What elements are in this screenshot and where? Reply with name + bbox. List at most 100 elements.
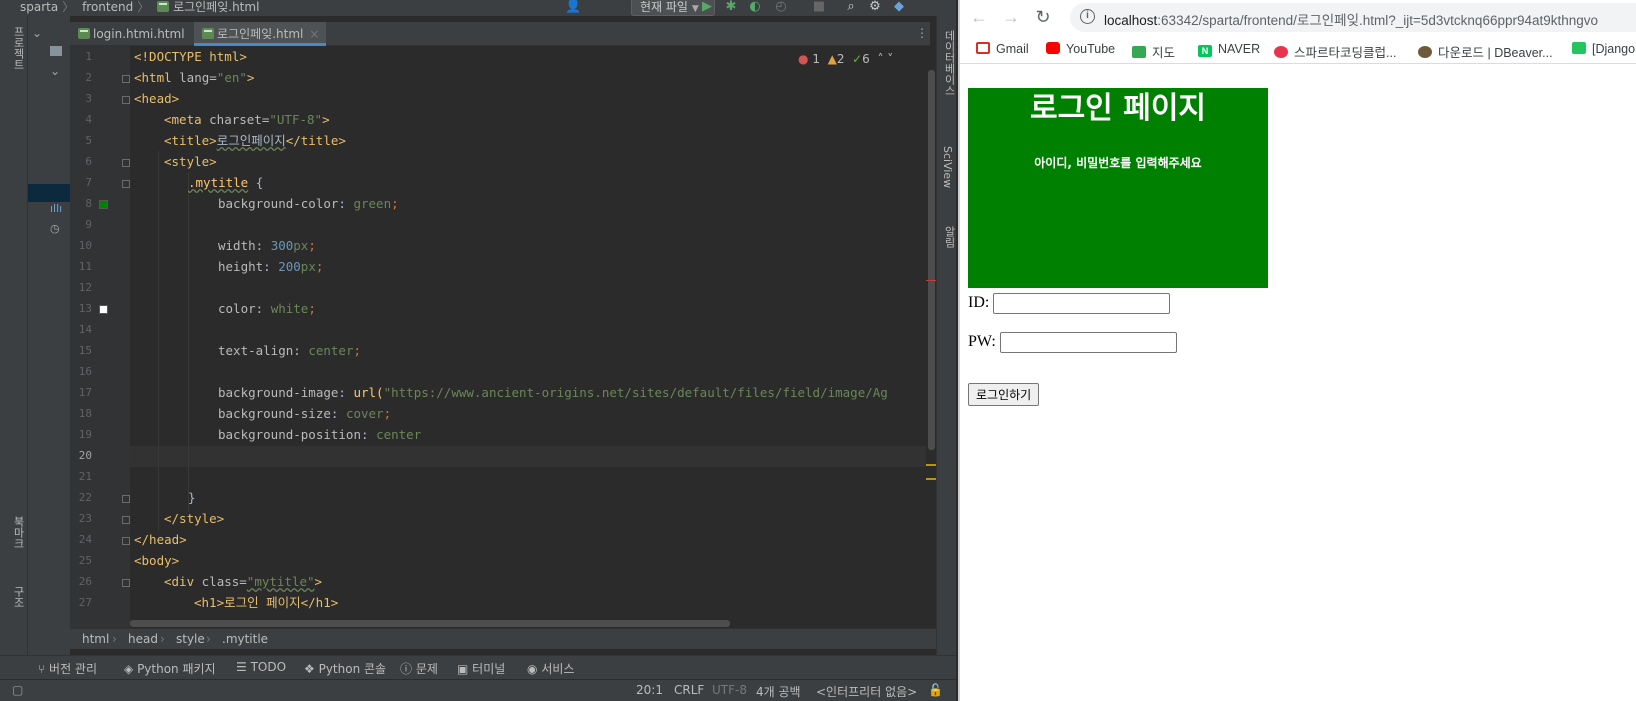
window-icon[interactable]: ▢	[12, 683, 23, 697]
warning-stripe[interactable]	[926, 464, 936, 466]
code-editor[interactable]: <!DOCTYPE html> <html lang="en"> <head> …	[130, 46, 926, 628]
scroll-thumb[interactable]	[130, 620, 730, 627]
login-button[interactable]: 로그인하기	[968, 383, 1040, 406]
fold-marker[interactable]	[122, 180, 130, 188]
clock-icon[interactable]: ◷	[50, 222, 60, 235]
nav-crumb-project[interactable]: sparta	[20, 0, 58, 14]
line-separator[interactable]: CRLF	[674, 683, 704, 697]
close-icon[interactable]: ×	[309, 27, 319, 41]
inspection-widget[interactable]: ● 1 ▲2 ✓6 ˄ ˅	[798, 52, 893, 66]
color-swatch[interactable]	[99, 200, 108, 209]
tool-version-control[interactable]: ⑂ 버전 관리	[38, 660, 97, 677]
coverage-icon[interactable]: ◐	[748, 0, 762, 14]
tab-login-htmi[interactable]: login.htmi.html	[70, 22, 194, 46]
profile-icon[interactable]: ◴	[774, 0, 788, 14]
tool-notifications[interactable]: 알림	[941, 226, 956, 248]
line-number[interactable]: 15	[70, 344, 92, 357]
address-url[interactable]: localhost:63342/sparta/frontend/로그인페잊.ht…	[1104, 9, 1598, 29]
caret-position[interactable]: 20:1	[636, 683, 663, 697]
line-number[interactable]: 20	[70, 449, 92, 462]
nav-crumb-file[interactable]: 로그인페잊.html	[157, 0, 263, 14]
crumb-style[interactable]: style	[176, 632, 205, 646]
nav-crumb-folder[interactable]: frontend	[82, 0, 133, 14]
line-number[interactable]: 9	[70, 218, 92, 231]
tool-sciview[interactable]: SciView	[941, 146, 954, 188]
tab-login-page[interactable]: 로그인페잊.html ×	[194, 22, 326, 46]
line-number[interactable]: 12	[70, 281, 92, 294]
fold-marker[interactable]	[122, 495, 130, 503]
bookmark-naver[interactable]: N NAVER	[1198, 42, 1260, 57]
line-number[interactable]: 7	[70, 176, 92, 189]
address-bar[interactable]: i localhost:63342/sparta/frontend/로그인페잊.…	[1070, 3, 1636, 32]
color-swatch[interactable]	[99, 305, 108, 314]
gear-icon[interactable]: ⚙	[868, 0, 882, 14]
line-number[interactable]: 3	[70, 92, 92, 105]
stop-icon[interactable]: ■	[812, 0, 826, 14]
line-number[interactable]: 14	[70, 323, 92, 336]
tool-terminal[interactable]: ▣ 터미널	[457, 660, 505, 677]
fold-marker[interactable]	[122, 159, 130, 167]
editor-vertical-scrollbar[interactable]	[926, 46, 936, 628]
tool-project[interactable]: 프로젝트	[10, 26, 26, 70]
fold-marker[interactable]	[122, 96, 130, 104]
project-selected-row[interactable]	[28, 184, 70, 202]
bookmark-dbeaver[interactable]: 다운로드 | DBeaver...	[1418, 42, 1553, 61]
folder-icon[interactable]	[50, 46, 62, 56]
chevron-down-icon[interactable]: ⌄	[32, 26, 42, 40]
fold-marker[interactable]	[122, 516, 130, 524]
bookmark-maps[interactable]: 지도	[1132, 42, 1175, 61]
line-number[interactable]: 27	[70, 596, 92, 609]
run-icon[interactable]: ▶	[700, 0, 714, 14]
fold-marker[interactable]	[122, 579, 130, 587]
error-stripe[interactable]	[926, 280, 936, 281]
reload-icon[interactable]: ↻	[1032, 6, 1054, 28]
bookmark-gmail[interactable]: Gmail	[976, 42, 1029, 56]
interpreter-setting[interactable]: <인터프리터 없음>	[816, 683, 917, 700]
pw-input[interactable]	[999, 332, 1177, 353]
tool-bookmarks[interactable]: 북마크	[10, 516, 26, 549]
line-number[interactable]: 5	[70, 134, 92, 147]
chevron-up-icon[interactable]: ˄	[877, 52, 883, 66]
editor-horizontal-scrollbar[interactable]	[130, 618, 926, 628]
indent-setting[interactable]: 4개 공백	[756, 683, 801, 700]
line-number[interactable]: 4	[70, 113, 92, 126]
line-number[interactable]: 10	[70, 239, 92, 252]
line-number[interactable]: 11	[70, 260, 92, 273]
fold-marker[interactable]	[122, 537, 130, 545]
line-number[interactable]: 17	[70, 386, 92, 399]
crumb-head[interactable]: head	[128, 632, 158, 646]
info-icon[interactable]: i	[1080, 9, 1095, 24]
forward-icon[interactable]: →	[1000, 6, 1022, 28]
tool-database[interactable]: 데이터베이스	[941, 30, 956, 96]
tool-todo[interactable]: ☰ TODO	[236, 660, 286, 674]
id-input[interactable]	[993, 293, 1171, 314]
line-number[interactable]: 1	[70, 50, 92, 63]
line-number[interactable]: 25	[70, 554, 92, 567]
user-icon[interactable]: 👤	[565, 0, 581, 14]
line-number[interactable]: 23	[70, 512, 92, 525]
chevron-down-icon[interactable]: ˅	[887, 52, 893, 66]
line-number[interactable]: 18	[70, 407, 92, 420]
back-icon[interactable]: ←	[968, 6, 990, 28]
chart-icon[interactable]: ıllı	[50, 202, 62, 215]
line-number[interactable]: 21	[70, 470, 92, 483]
fold-marker[interactable]	[122, 75, 130, 83]
line-number[interactable]: 2	[70, 71, 92, 84]
line-number[interactable]: 22	[70, 491, 92, 504]
search-icon[interactable]: ⌕	[844, 0, 858, 14]
line-number[interactable]: 26	[70, 575, 92, 588]
bookmark-youtube[interactable]: YouTube	[1046, 42, 1115, 56]
crumb-html[interactable]: html	[82, 632, 109, 646]
bookmark-django[interactable]: [Django	[1572, 42, 1635, 56]
tool-python-packages[interactable]: ◈ Python 패키지	[124, 660, 216, 677]
chevron-down-icon[interactable]: ⌄	[50, 64, 60, 78]
update-icon[interactable]: ◆	[892, 0, 906, 14]
line-number[interactable]: 8	[70, 197, 92, 210]
lock-icon[interactable]: 🔓	[928, 683, 943, 697]
debug-icon[interactable]: ✱	[724, 0, 738, 14]
file-encoding[interactable]: UTF-8	[712, 683, 747, 697]
bookmark-sparta[interactable]: 스파르타코딩클럽...	[1274, 42, 1396, 61]
tool-structure[interactable]: 구조	[10, 586, 26, 608]
line-number[interactable]: 13	[70, 302, 92, 315]
line-number[interactable]: 24	[70, 533, 92, 546]
